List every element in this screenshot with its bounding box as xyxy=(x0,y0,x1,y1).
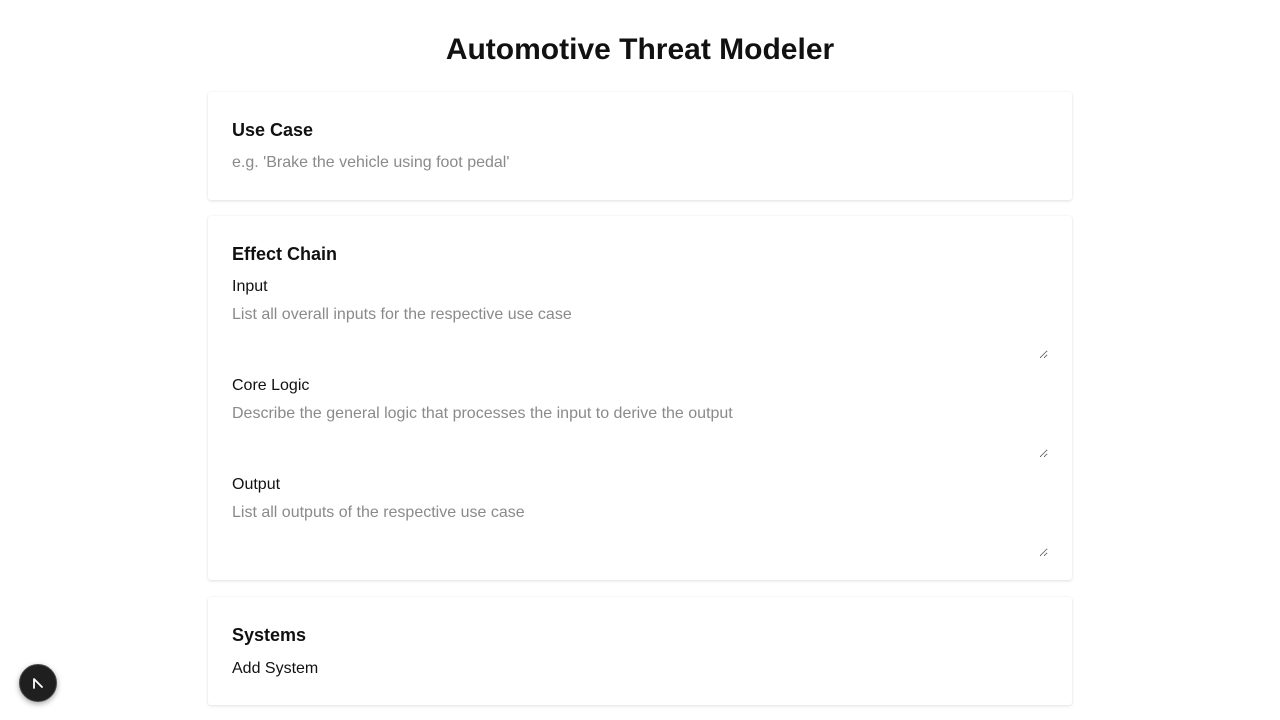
systems-card: Systems Add System xyxy=(208,597,1072,705)
effect-chain-heading: Effect Chain xyxy=(232,244,338,264)
page-title: Automotive Threat Modeler xyxy=(445,33,835,66)
use-case-card: Use Case xyxy=(208,92,1072,200)
use-case-input[interactable] xyxy=(232,151,1048,175)
systems-heading: Systems xyxy=(232,625,307,645)
effect-chain-card: Effect Chain Input Core Logic Output xyxy=(208,216,1072,580)
use-case-heading: Use Case xyxy=(232,120,314,140)
core-logic-label: Core Logic xyxy=(232,377,310,394)
output-label: Output xyxy=(232,476,281,493)
core-logic-textarea[interactable] xyxy=(232,404,1048,458)
add-system-button[interactable]: Add System xyxy=(232,659,318,679)
floating-action-button[interactable] xyxy=(19,664,57,702)
arrow-icon xyxy=(33,678,43,689)
output-textarea[interactable] xyxy=(232,503,1048,557)
input-label: Input xyxy=(232,278,268,295)
input-textarea[interactable] xyxy=(232,305,1048,359)
